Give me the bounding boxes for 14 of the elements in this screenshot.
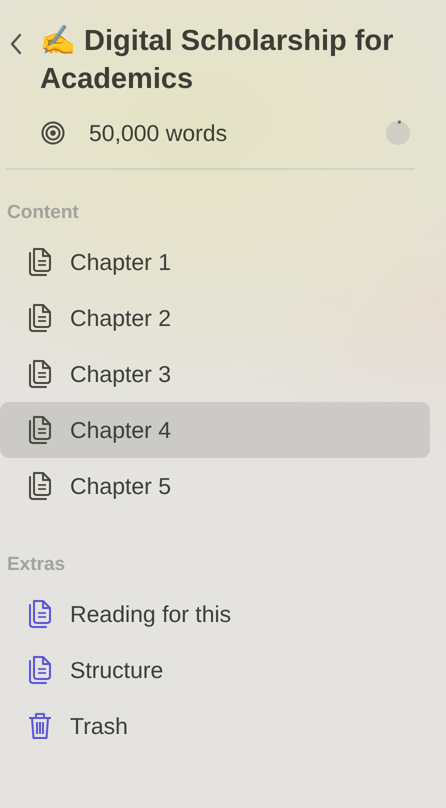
sidebar-item[interactable]: Chapter 4 <box>0 402 430 458</box>
sidebar-item[interactable]: Trash <box>0 698 430 754</box>
sidebar-item[interactable]: Chapter 2 <box>0 290 430 346</box>
word-goal: 50,000 words <box>89 120 228 146</box>
section-header: Content <box>7 202 80 224</box>
progress-ring <box>385 120 411 146</box>
sidebar-item[interactable]: Chapter 3 <box>0 346 430 402</box>
sidebar-item[interactable]: Structure <box>0 642 430 698</box>
project-title: ✍ Digital Scholarship for Academics <box>40 24 394 97</box>
sidebar-item[interactable]: Chapter 5 <box>0 458 430 514</box>
target-icon <box>41 121 65 145</box>
section-header: Extras <box>7 554 66 576</box>
sidebar-item[interactable]: Reading for this <box>0 586 430 642</box>
sidebar-item[interactable]: Chapter 1 <box>0 234 430 290</box>
